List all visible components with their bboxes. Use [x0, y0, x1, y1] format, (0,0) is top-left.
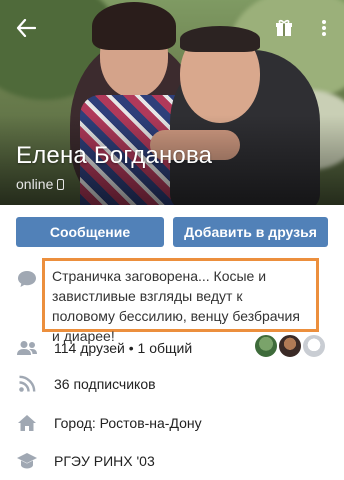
top-toolbar	[0, 0, 344, 56]
status-text-highlighted[interactable]: Страничка заговорена... Косые и завистли…	[42, 258, 319, 344]
online-status: online	[16, 176, 65, 192]
avatar[interactable]	[277, 333, 303, 359]
message-button[interactable]: Сообщение	[16, 217, 164, 247]
mobile-phone-icon	[57, 178, 65, 190]
rss-icon	[16, 373, 38, 395]
avatar[interactable]	[301, 333, 327, 359]
online-label: online	[16, 176, 54, 192]
followers-count[interactable]: 36 подписчиков	[54, 376, 156, 392]
education-info[interactable]: РГЭУ РИНХ '03	[54, 453, 155, 469]
add-friend-button[interactable]: Добавить в друзья	[173, 217, 328, 247]
profile-cover-photo[interactable]: Елена Богданова online	[0, 0, 344, 205]
graduation-cap-icon	[16, 450, 38, 472]
friends-count[interactable]: 114 друзей • 1 общий	[54, 340, 192, 356]
profile-name: Елена Богданова	[16, 142, 213, 169]
speech-bubble-icon	[16, 268, 38, 290]
arrow-left-icon[interactable]	[12, 14, 40, 42]
friend-avatars[interactable]	[253, 333, 327, 359]
home-icon	[16, 412, 38, 434]
people-icon	[16, 337, 38, 359]
avatar[interactable]	[253, 333, 279, 359]
gift-icon[interactable]	[270, 14, 298, 42]
city-info[interactable]: Город: Ростов-на-Дону	[54, 415, 202, 431]
more-vertical-icon[interactable]	[310, 14, 338, 42]
